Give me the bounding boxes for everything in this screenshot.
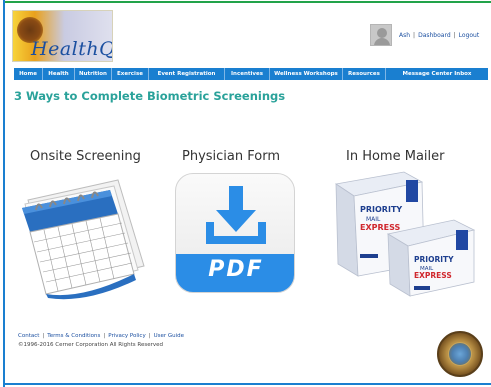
- in-home-mailer-title[interactable]: In Home Mailer: [346, 149, 444, 164]
- nav-item-event-registration[interactable]: Event Registration: [149, 68, 225, 80]
- box-brand-priority: PRIORITY: [360, 205, 402, 214]
- avatar-body: [374, 38, 390, 45]
- page-title: 3 Ways to Complete Biometric Screenings: [14, 89, 286, 103]
- page: HealthQuest Ash|Dashboard|Logout Home He…: [0, 0, 491, 387]
- pdf-download-icon[interactable]: PDF: [175, 173, 295, 293]
- separator: |: [413, 32, 416, 39]
- seal-inner: [448, 342, 472, 366]
- top-border: [5, 1, 491, 3]
- avatar-head: [377, 28, 387, 38]
- footer-link-user-guide[interactable]: User Guide: [154, 333, 184, 339]
- footer-link-terms[interactable]: Terms & Conditions: [47, 333, 100, 339]
- copyright-text: ©1996-2016 Cerner Corporation All Rights…: [18, 342, 163, 348]
- nav-item-incentives[interactable]: Incentives: [225, 68, 270, 80]
- user-name-link[interactable]: Ash: [399, 32, 410, 39]
- box-brand-express-front: EXPRESS: [414, 271, 452, 280]
- nav-item-exercise[interactable]: Exercise: [112, 68, 149, 80]
- bottom-border: [5, 383, 491, 385]
- left-border: [3, 0, 5, 387]
- physician-form-title[interactable]: Physician Form: [182, 149, 280, 164]
- main-nav: Home Health Nutrition Exercise Event Reg…: [14, 68, 488, 80]
- healthquest-logo[interactable]: HealthQuest: [12, 10, 113, 62]
- logout-link[interactable]: Logout: [459, 32, 480, 39]
- pdf-label: PDF: [208, 257, 264, 282]
- onsite-screening-title[interactable]: Onsite Screening: [30, 149, 141, 164]
- footer-link-privacy[interactable]: Privacy Policy: [108, 333, 145, 339]
- nav-item-wellness-workshops[interactable]: Wellness Workshops: [270, 68, 343, 80]
- box-brand-express: EXPRESS: [360, 223, 401, 232]
- calendar-icon[interactable]: [22, 170, 152, 300]
- box-brand-mail: MAIL: [366, 216, 381, 223]
- nav-item-home[interactable]: Home: [14, 68, 43, 80]
- dashboard-link[interactable]: Dashboard: [418, 32, 451, 39]
- separator: |: [453, 32, 456, 39]
- mailer-boxes-icon[interactable]: PRIORITY MAIL EXPRESS PRIORITY MAIL EXPR…: [330, 168, 480, 300]
- nav-item-message-center-inbox[interactable]: Message Center Inbox: [386, 68, 488, 80]
- footer-links: Contact | Terms & Conditions | Privacy Polic…: [18, 333, 184, 339]
- avatar[interactable]: [370, 24, 392, 46]
- nav-item-nutrition[interactable]: Nutrition: [75, 68, 112, 80]
- seal-icon: [437, 331, 483, 377]
- nav-item-resources[interactable]: Resources: [343, 68, 386, 80]
- logo-text: HealthQuest: [31, 38, 112, 60]
- box-brand-priority-front: PRIORITY: [414, 255, 454, 264]
- user-links: Ash | Dashboard | Logout: [399, 32, 479, 39]
- nav-item-health[interactable]: Health: [43, 68, 75, 80]
- separator: |: [148, 333, 151, 339]
- footer-link-contact[interactable]: Contact: [18, 333, 39, 339]
